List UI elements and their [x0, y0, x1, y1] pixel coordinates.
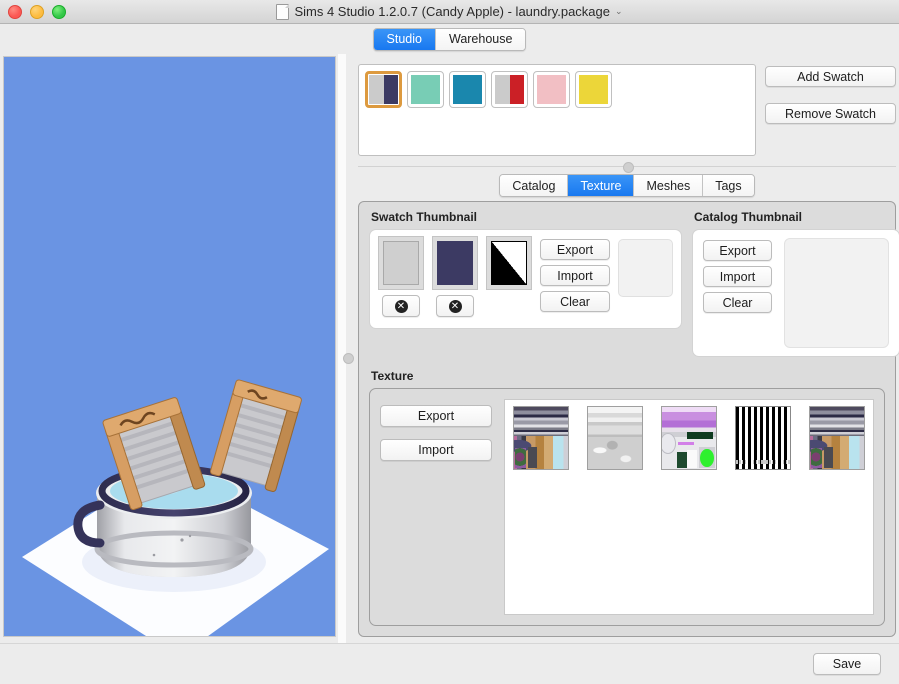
texture-export-button[interactable]: Export — [380, 405, 492, 427]
document-icon — [276, 3, 290, 20]
swatch-import-button[interactable]: Import — [540, 265, 610, 286]
catalog-preview-col — [784, 238, 889, 348]
swatch-clear-button[interactable]: Clear — [540, 291, 610, 312]
swatch-thumbnail-preview — [618, 239, 673, 297]
texture-title: Texture — [371, 369, 414, 383]
swatch-thumb-col-2: ✕ — [432, 236, 478, 317]
tab-tags[interactable]: Tags — [703, 175, 754, 196]
texture-thumb-overlay[interactable] — [661, 406, 717, 470]
texture-actions: Export Import — [380, 399, 492, 615]
texture-section: Texture Export Import — [369, 369, 885, 626]
splitter-grip-handle-horizontal[interactable] — [623, 162, 634, 173]
swatch-fill — [495, 75, 524, 104]
tab-meshes[interactable]: Meshes — [634, 175, 704, 196]
right-pane: Add Swatch Remove Swatch Catalog Texture… — [358, 54, 899, 643]
catalog-thumbnail-section: Catalog Thumbnail Export Import Clear — [692, 210, 899, 357]
texture-import-button[interactable]: Import — [380, 439, 492, 461]
app-window: Sims 4 Studio 1.2.0.7 (Candy Apple) - la… — [0, 0, 899, 684]
title-center: Sims 4 Studio 1.2.0.7 (Candy Apple) - la… — [0, 0, 899, 23]
swatch-actions: Add Swatch Remove Swatch — [765, 64, 896, 156]
swatch-thumb-navy[interactable] — [432, 236, 478, 290]
window-title: Sims 4 Studio 1.2.0.7 (Candy Apple) - la… — [294, 4, 610, 19]
swatch-thumb-diagonal[interactable] — [486, 236, 532, 290]
window-controls — [0, 4, 66, 19]
swatch-strip-block: Add Swatch Remove Swatch — [358, 64, 896, 156]
swatch-thumb-gray[interactable] — [378, 236, 424, 290]
save-button[interactable]: Save — [813, 653, 881, 675]
catalog-thumbnail-actions: Export Import Clear — [703, 238, 772, 313]
swatch-thumb-navy-image — [437, 241, 473, 285]
catalog-thumbnail-title: Catalog Thumbnail — [694, 210, 802, 224]
footer-bar: Save — [0, 643, 899, 684]
swatch-item-5[interactable] — [533, 71, 570, 108]
swatch-fill — [579, 75, 608, 104]
close-window-button[interactable] — [8, 4, 22, 19]
texture-thumb-diffuse-2[interactable] — [809, 406, 865, 470]
add-swatch-button[interactable]: Add Swatch — [765, 66, 896, 87]
vertical-splitter[interactable] — [336, 54, 358, 643]
catalog-thumbnail-box: Export Import Clear — [692, 229, 899, 357]
minimize-window-button[interactable] — [30, 4, 44, 19]
swatch-export-button[interactable]: Export — [540, 239, 610, 260]
thumbnails-row: Swatch Thumbnail ✕ ✕ Export Import Clear… — [369, 210, 899, 357]
chevron-down-icon[interactable]: ⌄ — [615, 6, 623, 17]
swatch-thumbnail-box: ✕ ✕ Export Import Clear — [369, 229, 682, 329]
swatch-thumb-navy-delete-button[interactable]: ✕ — [436, 295, 474, 317]
swatch-thumb-gray-delete-button[interactable]: ✕ — [382, 295, 420, 317]
texture-thumb-stripes[interactable] — [735, 406, 791, 470]
washtub-render — [4, 57, 335, 636]
swatch-thumb-diagonal-image — [491, 241, 527, 285]
swatch-thumbnail-section: Swatch Thumbnail ✕ ✕ Export Import Clear — [369, 210, 682, 357]
mode-toolbar: Studio Warehouse — [0, 24, 899, 54]
swatch-thumbnail-actions: Export Import Clear — [540, 236, 610, 312]
remove-swatch-button[interactable]: Remove Swatch — [765, 103, 896, 124]
swatch-fill — [537, 75, 566, 104]
swatch-item-3[interactable] — [449, 71, 486, 108]
swatch-thumbnail-title: Swatch Thumbnail — [371, 210, 478, 224]
swatch-item-2[interactable] — [407, 71, 444, 108]
horizontal-splitter[interactable] — [358, 160, 896, 178]
swatch-item-6[interactable] — [575, 71, 612, 108]
swatch-fill — [369, 75, 398, 104]
mode-segmented-control: Studio Warehouse — [372, 27, 527, 51]
texture-thumb-diffuse[interactable] — [513, 406, 569, 470]
close-icon: ✕ — [394, 299, 408, 313]
preview-viewport[interactable] — [3, 56, 336, 637]
tab-studio[interactable]: Studio — [373, 28, 436, 50]
swatch-thumb-col-1: ✕ — [378, 236, 424, 317]
swatch-fill — [411, 75, 440, 104]
catalog-thumbnail-preview[interactable] — [784, 238, 889, 348]
swatch-thumb-gray-image — [383, 241, 419, 285]
swatch-item-4[interactable] — [491, 71, 528, 108]
texture-thumbnail-list[interactable] — [504, 399, 874, 615]
splitter-grip-handle[interactable] — [343, 353, 354, 364]
texture-thumb-specular[interactable] — [587, 406, 643, 470]
swatch-fill — [453, 75, 482, 104]
catalog-export-button[interactable]: Export — [703, 240, 772, 261]
catalog-clear-button[interactable]: Clear — [703, 292, 772, 313]
maximize-window-button[interactable] — [52, 4, 66, 19]
texture-box: Export Import — [369, 388, 885, 626]
close-icon: ✕ — [448, 299, 462, 313]
swatch-list[interactable] — [358, 64, 756, 156]
texture-tab-panel: Swatch Thumbnail ✕ ✕ Export Import Clear… — [358, 201, 899, 637]
swatch-item-1[interactable] — [365, 71, 402, 108]
tab-texture[interactable]: Texture — [568, 175, 635, 196]
swatch-thumb-col-3 — [486, 236, 532, 290]
main-split: Add Swatch Remove Swatch Catalog Texture… — [0, 54, 899, 643]
tab-catalog[interactable]: Catalog — [500, 175, 569, 196]
tab-warehouse[interactable]: Warehouse — [435, 28, 526, 50]
title-bar: Sims 4 Studio 1.2.0.7 (Candy Apple) - la… — [0, 0, 899, 24]
catalog-import-button[interactable]: Import — [703, 266, 772, 287]
